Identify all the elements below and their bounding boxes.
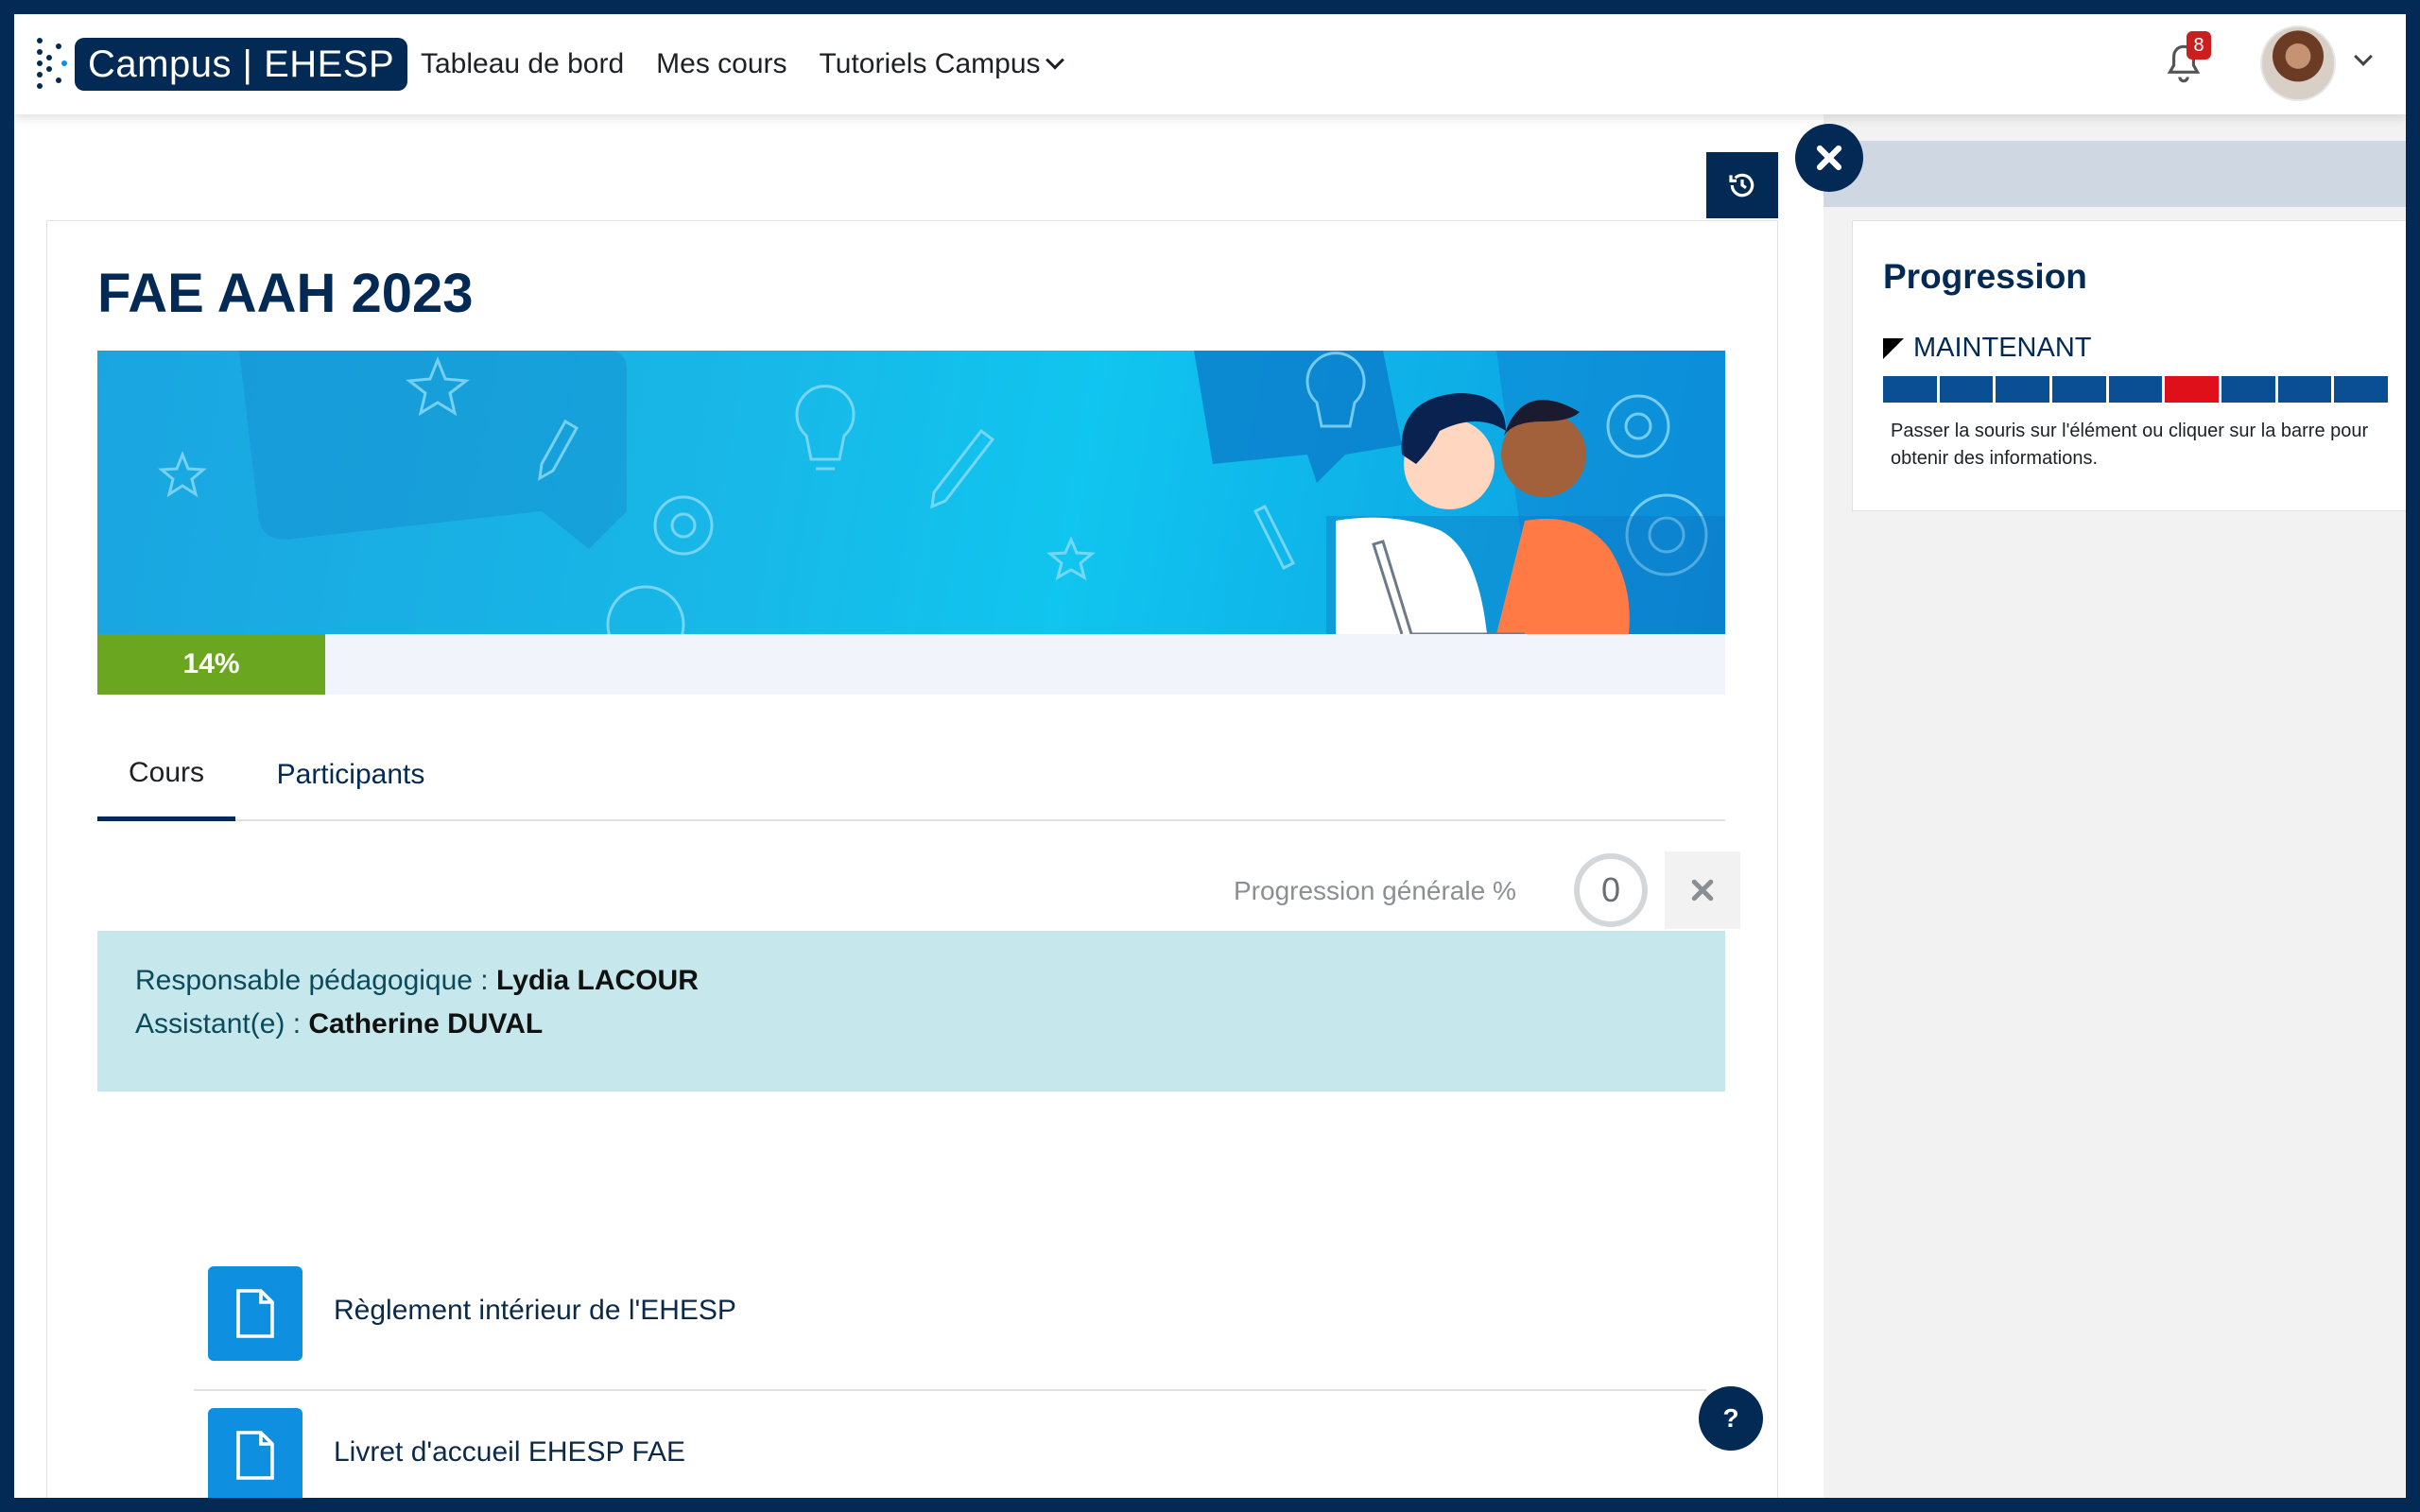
close-icon <box>1691 879 1714 902</box>
progress-segment[interactable] <box>2334 376 2389 403</box>
progress-segment[interactable] <box>1883 376 1937 403</box>
user-menu-chevron-down-icon[interactable] <box>2354 47 2373 66</box>
course-tabs: Cours Participants <box>97 729 1725 821</box>
app-window: Campus | EHESP Tableau de bord Mes cours… <box>14 14 2406 1498</box>
progress-segment[interactable] <box>1939 376 1994 403</box>
course-banner-image <box>97 351 1725 634</box>
nav-dashboard[interactable]: Tableau de bord <box>421 48 624 80</box>
progress-segment[interactable] <box>2277 376 2332 403</box>
right-block-drawer: Progression MAINTENANT Passer la souris … <box>1824 114 2406 1498</box>
activity-link[interactable]: Livret d'accueil EHESP FAE <box>334 1436 685 1469</box>
progress-segment[interactable] <box>1996 376 2050 403</box>
overall-progress-circle: 0 <box>1574 853 1648 927</box>
course-progress-bar: 14% <box>97 634 1725 695</box>
now-marker-icon <box>1883 337 1904 359</box>
assistant-label: Assistant(e) : <box>135 1008 309 1040</box>
campus-logo[interactable]: Campus | EHESP <box>31 31 408 97</box>
progress-segment[interactable] <box>2108 376 2163 403</box>
close-icon <box>1816 145 1842 171</box>
progress-segment-current[interactable] <box>2165 376 2220 403</box>
progress-hint: Passer la souris sur l'élément ou clique… <box>1891 421 2369 469</box>
page-title: FAE AAH 2023 <box>97 263 474 324</box>
progress-segment[interactable] <box>2221 376 2275 403</box>
responsable-name: Lydia LACOUR <box>495 965 699 996</box>
top-navbar: Campus | EHESP Tableau de bord Mes cours… <box>14 14 2406 114</box>
course-reset-button[interactable] <box>1706 152 1778 218</box>
tab-cours[interactable]: Cours <box>97 729 235 821</box>
course-contacts-box: Responsable pédagogique : Lydia LACOUR A… <box>97 931 1725 1091</box>
ehesp-dots-icon <box>31 36 69 93</box>
activity-link[interactable]: Règlement intérieur de l'EHESP <box>334 1295 736 1327</box>
progress-block: Progression MAINTENANT Passer la souris … <box>1852 220 2406 511</box>
nav-tutorials-dropdown[interactable]: Tutoriels Campus <box>819 48 1064 80</box>
history-icon <box>1729 173 1754 198</box>
responsable-label: Responsable pédagogique : <box>135 965 496 996</box>
progress-block-title: Progression <box>1883 257 2087 296</box>
assistant-name: Catherine DUVAL <box>308 1008 544 1040</box>
nav-tutorials-label: Tutoriels Campus <box>819 48 1041 79</box>
nav-my-courses-label: Mes cours <box>656 48 787 79</box>
file-icon <box>208 1408 302 1498</box>
logo-text: Campus | EHESP <box>75 38 408 91</box>
now-label: MAINTENANT <box>1913 333 2092 363</box>
help-button[interactable]: ? <box>1699 1386 1763 1451</box>
chevron-down-icon <box>1045 50 1064 70</box>
progress-segments-bar[interactable] <box>1883 376 2389 403</box>
progress-segment[interactable] <box>2052 376 2106 403</box>
now-indicator: MAINTENANT <box>1883 333 2092 364</box>
responsable-line: Responsable pédagogique : Lydia LACOUR <box>135 959 1687 1003</box>
course-progress-fill: 14% <box>97 634 326 695</box>
notification-count-badge: 8 <box>2187 31 2211 60</box>
overall-progress-label: Progression générale % <box>1234 876 1516 905</box>
nav-dashboard-label: Tableau de bord <box>421 48 625 79</box>
nav-my-courses[interactable]: Mes cours <box>656 48 786 80</box>
tab-participants[interactable]: Participants <box>256 729 445 821</box>
activity-item[interactable]: Livret d'accueil EHESP FAE <box>194 1408 1706 1498</box>
close-drawer-button[interactable] <box>1795 124 1863 192</box>
user-avatar[interactable] <box>2260 26 2336 101</box>
assistant-line: Assistant(e) : Catherine DUVAL <box>135 1003 1687 1046</box>
file-icon <box>208 1266 302 1361</box>
close-overall-progress-button[interactable] <box>1665 851 1740 929</box>
activity-item[interactable]: Règlement intérieur de l'EHESP <box>194 1266 1706 1391</box>
drawer-header <box>1824 141 2406 207</box>
primary-nav: Tableau de bord Mes cours Tutoriels Camp… <box>421 14 1064 114</box>
